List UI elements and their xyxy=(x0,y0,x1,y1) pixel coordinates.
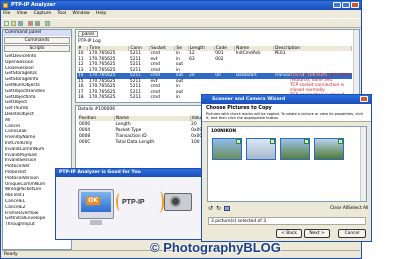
details-title: Details #106006 xyxy=(78,107,116,112)
toolbar xyxy=(1,18,361,28)
wizard-title: Scanner and Camera Wizard xyxy=(212,97,286,102)
wizard-titlebar: Scanner and Camera Wizard xyxy=(202,95,371,104)
log-note: TCP socket connection is closed normally xyxy=(290,83,345,93)
tab-commands[interactable]: Commands xyxy=(4,37,70,44)
open-icon[interactable] xyxy=(11,21,16,26)
wizard-window: Scanner and Camera Wizard Choose Picture… xyxy=(201,94,372,242)
log-window: panel PTP-IP Log # Time Conn Socket Se Length… xyxy=(75,29,360,113)
filter-icon[interactable] xyxy=(45,21,50,26)
details-cell: 000C xyxy=(79,139,91,145)
app-icon xyxy=(3,3,8,8)
ptp-label: PTP-IP xyxy=(122,199,145,206)
monitor-stand xyxy=(90,220,102,225)
rotate-right-icon[interactable]: ↻ xyxy=(216,205,221,212)
menu-file[interactable]: File xyxy=(3,11,10,16)
wifi-waves-right-icon xyxy=(154,191,164,213)
menu-window[interactable]: Window xyxy=(72,11,89,16)
menu-help[interactable]: Help xyxy=(96,11,106,16)
rotate-left-icon[interactable]: ↺ xyxy=(208,205,213,212)
save-icon[interactable] xyxy=(18,21,23,26)
tab-scripts[interactable]: Scripts xyxy=(4,45,70,52)
photographyblog-watermark: © PhotographyBLOG xyxy=(150,240,281,255)
log-cell: 170.765625 xyxy=(88,95,116,100)
log-cell: cmd xyxy=(150,95,160,100)
log-scrollbar[interactable] xyxy=(353,30,359,102)
properties-icon[interactable] xyxy=(224,206,230,211)
minimize-button[interactable] xyxy=(333,2,341,8)
promo-titlebar: PTP-IP Analyzer is Good for You xyxy=(56,169,202,177)
stop-icon[interactable] xyxy=(35,21,40,26)
wizard-back-button[interactable]: < Back xyxy=(276,229,302,238)
wizard-instructions: Pictures with check marks will be copied… xyxy=(206,112,364,120)
menu-capture[interactable]: Capture xyxy=(34,11,51,16)
log-title: PTP-IP Log xyxy=(78,39,101,44)
wizard-heading: Choose Pictures to Copy xyxy=(206,106,272,111)
log-cell: 5211 xyxy=(129,95,142,100)
folder-label: 100NIKON xyxy=(211,129,237,134)
menu-view[interactable]: View xyxy=(17,11,27,16)
log-cell: in xyxy=(175,95,180,100)
select-all-button[interactable]: Select All xyxy=(348,206,368,211)
details-cell: Total Data Length xyxy=(115,139,155,145)
main-titlebar: PTP-IP Analyzer xyxy=(1,1,361,10)
ok-logo: OK xyxy=(86,197,100,205)
log-tab[interactable]: panel xyxy=(78,31,98,37)
maximize-button[interactable] xyxy=(342,2,350,8)
command-panel-title: Command panel xyxy=(3,30,71,36)
capture-icon[interactable] xyxy=(28,21,33,26)
close-button[interactable] xyxy=(351,2,359,8)
wizard-header: Choose Pictures to Copy Pictures with ch… xyxy=(202,104,371,122)
checkbox-icon[interactable]: ✓ xyxy=(270,139,275,144)
checkbox-icon[interactable]: ✓ xyxy=(338,139,343,144)
wizard-next-button[interactable]: Next > xyxy=(304,229,330,238)
wizard-cancel-button[interactable]: Cancel xyxy=(338,229,366,238)
menu-tool[interactable]: Tool xyxy=(57,11,66,16)
log-cell: 18 xyxy=(78,95,84,100)
promo-window: PTP-IP Analyzer is Good for You OK PTP-I… xyxy=(55,168,203,240)
checkbox-icon[interactable]: ✓ xyxy=(236,139,241,144)
main-title: PTP-IP Analyzer xyxy=(11,2,56,8)
wizard-close-button[interactable] xyxy=(360,96,368,102)
selection-status: 3 picture(s) selected of 3 xyxy=(208,217,366,225)
clear-all-button[interactable]: Clear All xyxy=(330,206,348,211)
photo-list: 100NIKON ✓ ✓ ✓ ✓ xyxy=(207,126,367,202)
wifi-waves-left-icon xyxy=(116,193,124,211)
checkbox-icon[interactable]: ✓ xyxy=(304,139,309,144)
promo-title: PTP-IP Analyzer is Good for You xyxy=(59,170,141,175)
camera-lens-icon xyxy=(170,196,181,207)
new-icon[interactable] xyxy=(4,21,9,26)
log-note: event connection not active resource, do… xyxy=(290,73,352,83)
selection-status-text: 3 picture(s) selected of 3 xyxy=(211,219,266,224)
menu-bar: File View Capture Tool Window Help xyxy=(3,11,111,17)
photo-list-scrollbar[interactable] xyxy=(360,127,366,201)
